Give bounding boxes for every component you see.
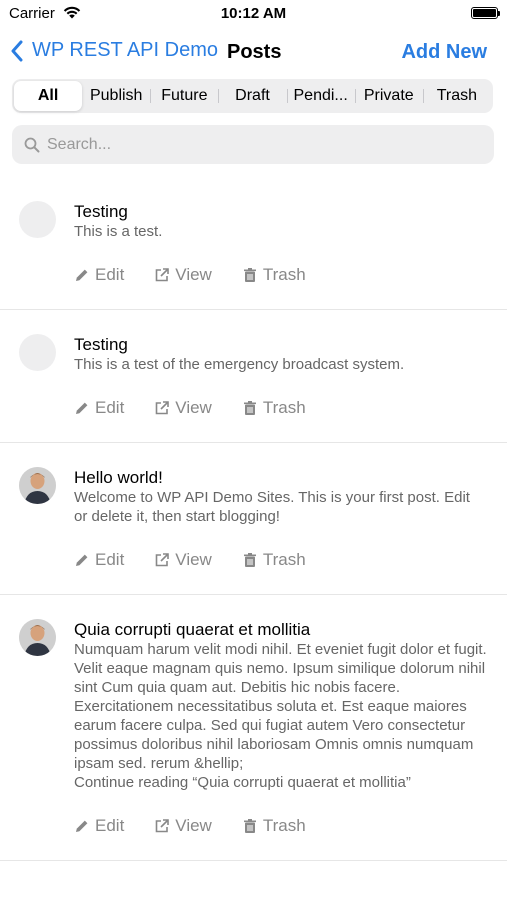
edit-button[interactable]: Edit (74, 398, 124, 418)
pencil-icon (76, 402, 88, 414)
post-excerpt: This is a test. (74, 223, 163, 240)
view-button[interactable]: View (154, 398, 212, 418)
search-bar[interactable] (12, 125, 494, 164)
view-label: View (175, 816, 212, 835)
post-excerpt: This is a test of the emergency broadcas… (74, 356, 405, 373)
post-row[interactable]: Testing This is a test. Edit View Trash (0, 177, 507, 310)
external-link-icon (155, 819, 170, 833)
avatar (19, 467, 56, 504)
avatar (19, 619, 56, 656)
page-title: Posts (227, 41, 282, 63)
trash-icon (243, 819, 256, 833)
edit-label: Edit (95, 398, 125, 417)
avatar-placeholder (19, 334, 56, 371)
search-icon (24, 137, 40, 152)
avatar-placeholder (19, 201, 56, 238)
edit-button[interactable]: Edit (74, 265, 124, 285)
battery-icon (471, 7, 500, 19)
tab-draft[interactable]: Draft (218, 81, 286, 111)
view-label: View (175, 265, 212, 284)
search-input[interactable] (47, 135, 467, 154)
view-button[interactable]: View (154, 816, 212, 836)
trash-button[interactable]: Trash (242, 816, 306, 836)
post-actions: Edit View Trash (74, 398, 487, 442)
trash-icon (243, 401, 256, 415)
status-filter-tabs: All Publish Future Draft Pendi... Privat… (12, 79, 493, 113)
add-new-button[interactable]: Add New (401, 41, 487, 64)
status-bar: Carrier 10:12 AM (0, 0, 507, 28)
pencil-icon (76, 820, 88, 832)
trash-label: Trash (262, 816, 306, 835)
edit-label: Edit (95, 265, 125, 284)
tab-all[interactable]: All (14, 81, 83, 111)
view-button[interactable]: View (154, 265, 212, 285)
pencil-icon (76, 269, 88, 281)
posts-list: Testing This is a test. Edit View Trash (0, 177, 507, 861)
chevron-left-icon (11, 40, 23, 61)
author-avatar-icon (19, 467, 56, 504)
pencil-icon (76, 554, 88, 566)
edit-button[interactable]: Edit (74, 550, 124, 570)
post-actions: Edit View Trash (74, 265, 487, 309)
post-row[interactable]: Hello world! Welcome to WP API Demo Site… (0, 443, 507, 595)
view-label: View (175, 398, 212, 417)
external-link-icon (155, 401, 170, 415)
external-link-icon (155, 268, 170, 282)
post-title: Hello world! (74, 468, 163, 487)
tab-future[interactable]: Future (150, 81, 218, 111)
edit-label: Edit (95, 816, 125, 835)
trash-icon (243, 553, 256, 567)
edit-button[interactable]: Edit (74, 816, 124, 836)
post-excerpt: Welcome to WP API Demo Sites. This is yo… (74, 489, 470, 525)
external-link-icon (155, 553, 170, 567)
trash-label: Trash (262, 265, 306, 284)
tab-trash[interactable]: Trash (422, 81, 491, 111)
tab-publish[interactable]: Publish (82, 81, 150, 111)
tab-pending[interactable]: Pendi... (286, 81, 355, 111)
navigation-bar: WP REST API Demo Posts Add New (0, 30, 507, 74)
tab-private[interactable]: Private (354, 81, 423, 111)
post-actions: Edit View Trash (74, 816, 487, 860)
clock: 10:12 AM (220, 5, 287, 22)
post-row[interactable]: Testing This is a test of the emergency … (0, 310, 507, 443)
trash-button[interactable]: Trash (242, 398, 306, 418)
trash-label: Trash (262, 550, 306, 569)
post-title: Testing (74, 335, 128, 354)
trash-button[interactable]: Trash (242, 550, 306, 570)
post-excerpt: Numquam harum velit modi nihil. Et eveni… (74, 641, 487, 791)
back-label: WP REST API Demo (32, 39, 218, 61)
post-row[interactable]: Quia corrupti quaerat et mollitia Numqua… (0, 595, 507, 861)
post-actions: Edit View Trash (74, 550, 487, 594)
edit-label: Edit (95, 550, 125, 569)
post-title: Testing (74, 202, 128, 221)
trash-icon (243, 268, 256, 282)
back-button[interactable]: WP REST API Demo (10, 39, 218, 62)
trash-label: Trash (262, 398, 306, 417)
post-title: Quia corrupti quaerat et mollitia (74, 620, 311, 639)
view-label: View (175, 550, 212, 569)
trash-button[interactable]: Trash (242, 265, 306, 285)
author-avatar-icon (19, 619, 56, 656)
view-button[interactable]: View (154, 550, 212, 570)
